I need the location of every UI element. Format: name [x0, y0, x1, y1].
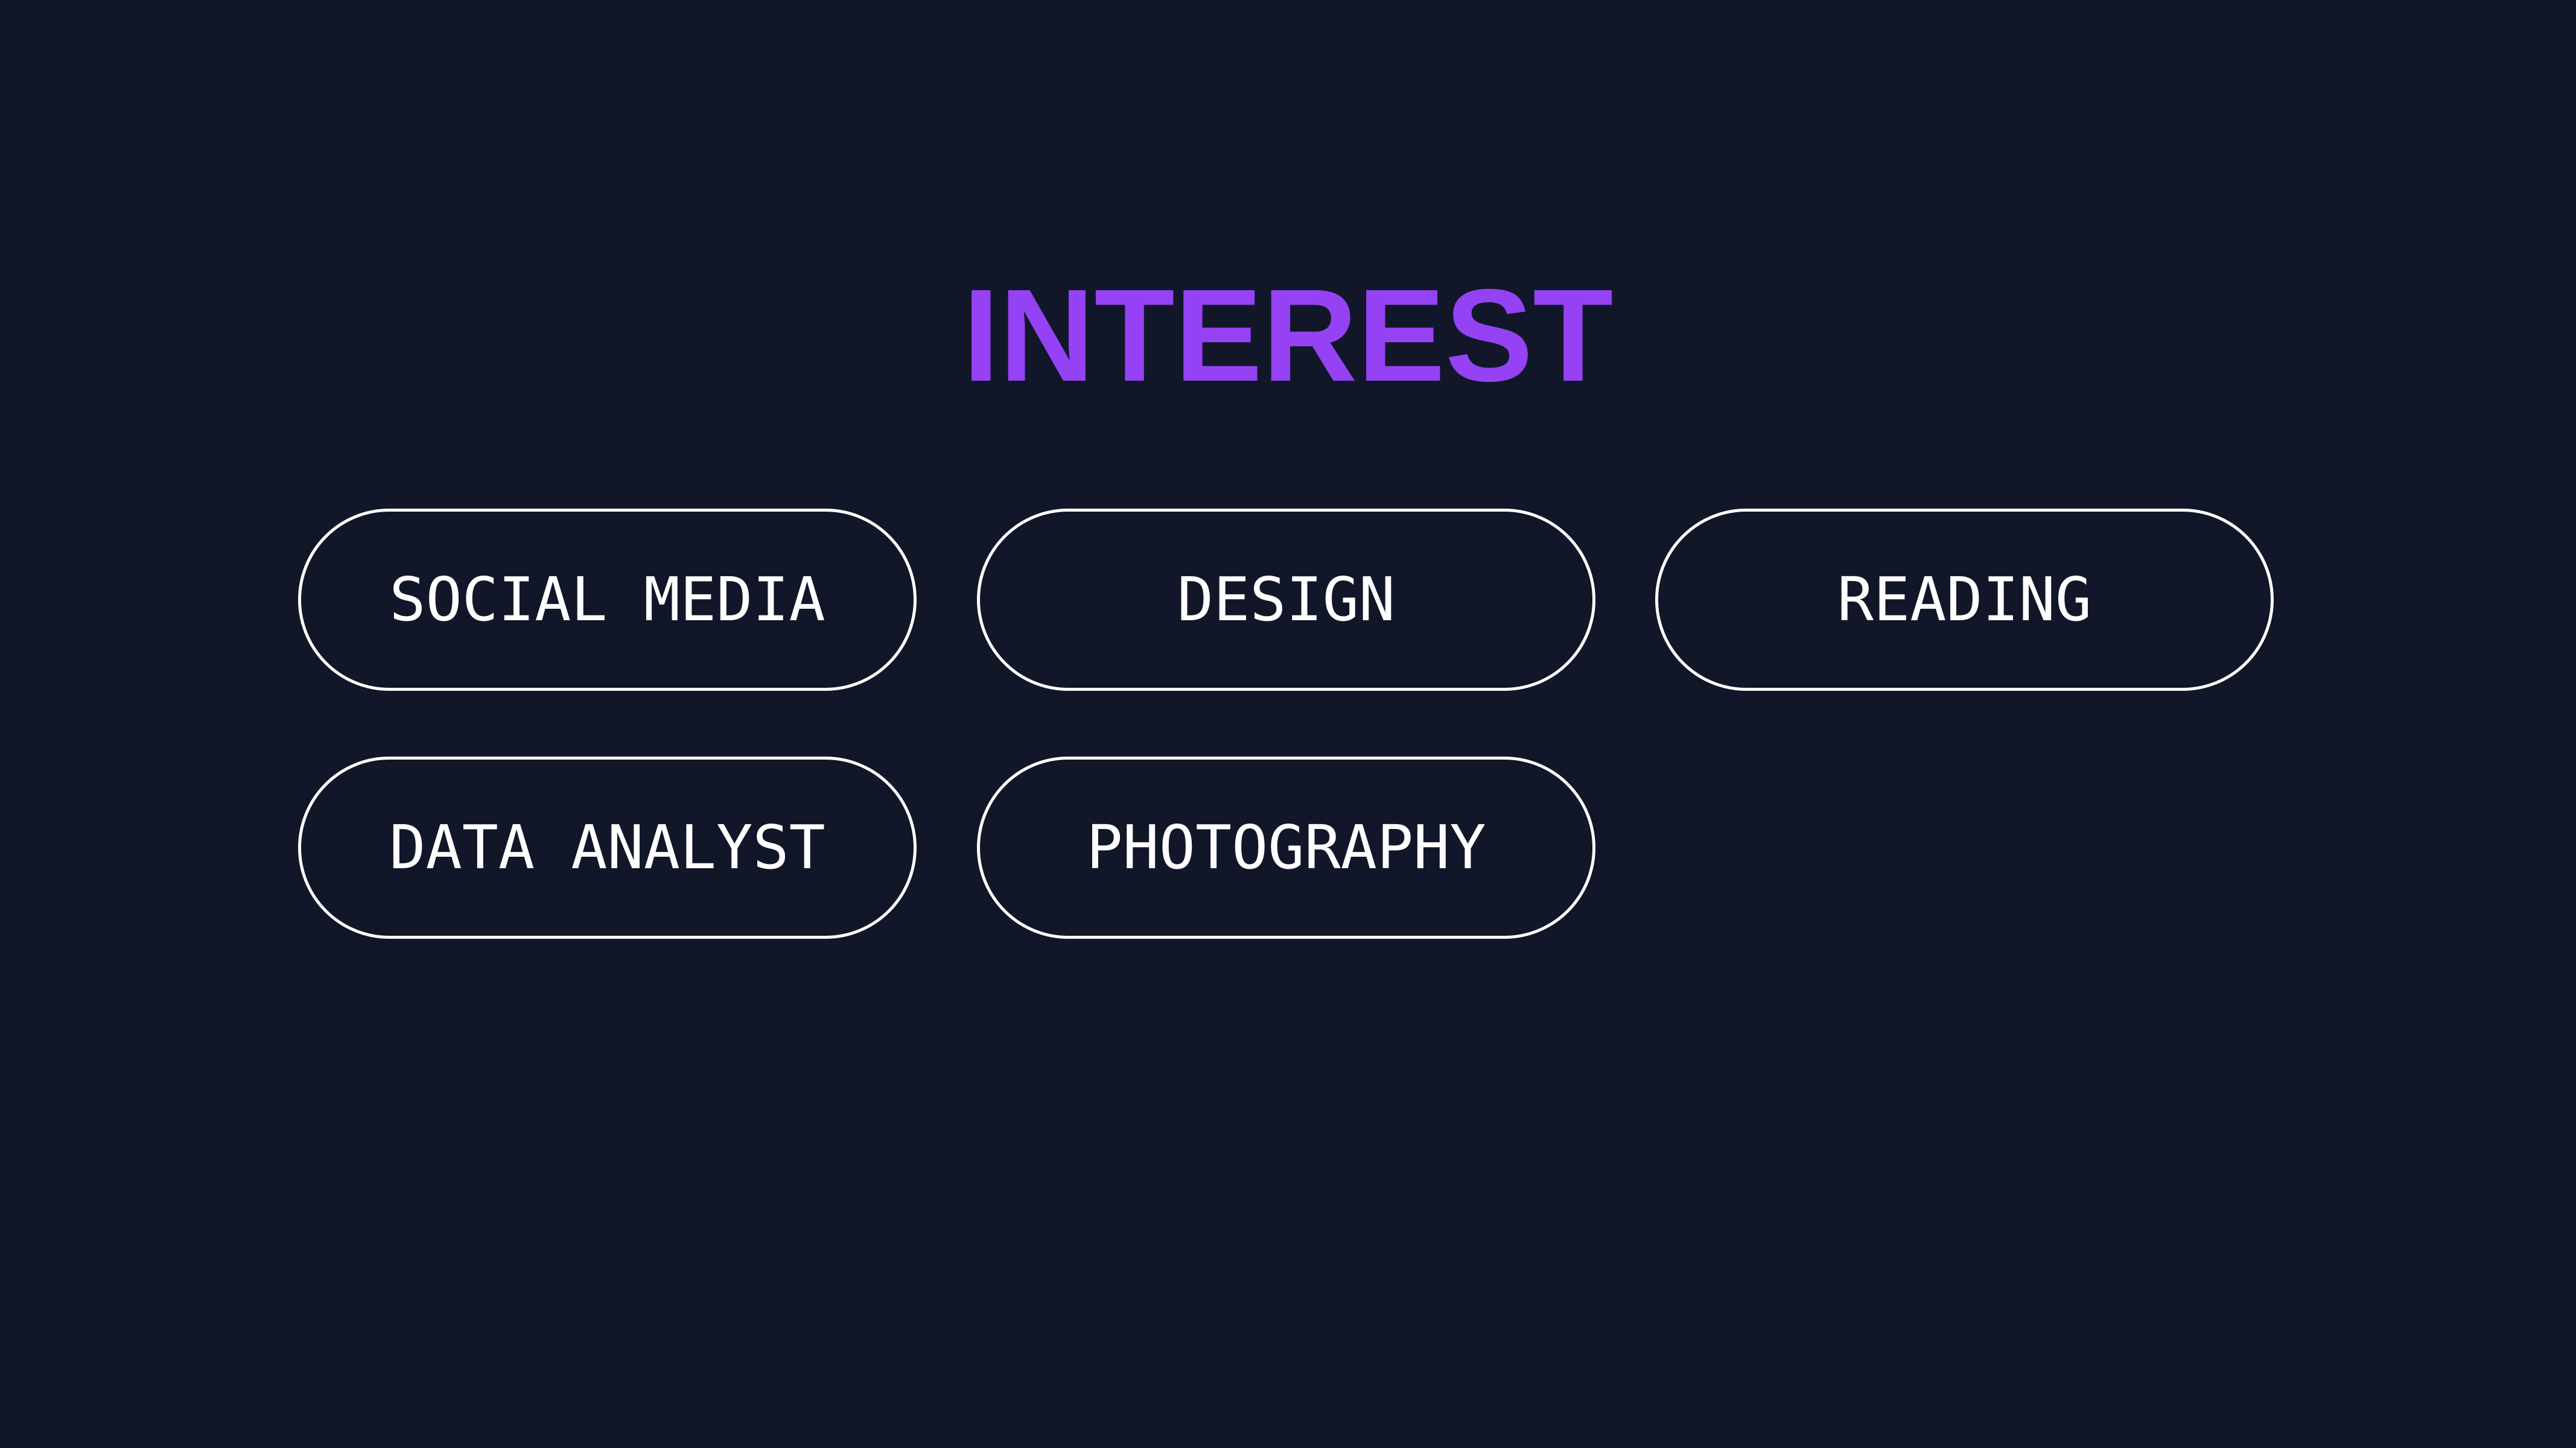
interest-tag-label: DATA ANALYST — [389, 812, 825, 883]
interest-tag-social-media[interactable]: SOCIAL MEDIA — [298, 509, 917, 691]
interest-tag-reading[interactable]: READING — [1655, 509, 2274, 691]
section-title: INTEREST — [962, 262, 1614, 409]
interest-tag-label: READING — [1837, 564, 2092, 635]
interest-tag-label: SOCIAL MEDIA — [389, 564, 825, 635]
slide-canvas: INTEREST SOCIAL MEDIA DESIGN READING DAT… — [0, 0, 2576, 1448]
interest-tag-label: DESIGN — [1177, 564, 1396, 635]
interest-tag-data-analyst[interactable]: DATA ANALYST — [298, 757, 917, 939]
interest-tag-design[interactable]: DESIGN — [977, 509, 1595, 691]
interest-tag-photography[interactable]: PHOTOGRAPHY — [977, 757, 1595, 939]
interest-tag-label: PHOTOGRAPHY — [1086, 812, 1486, 883]
